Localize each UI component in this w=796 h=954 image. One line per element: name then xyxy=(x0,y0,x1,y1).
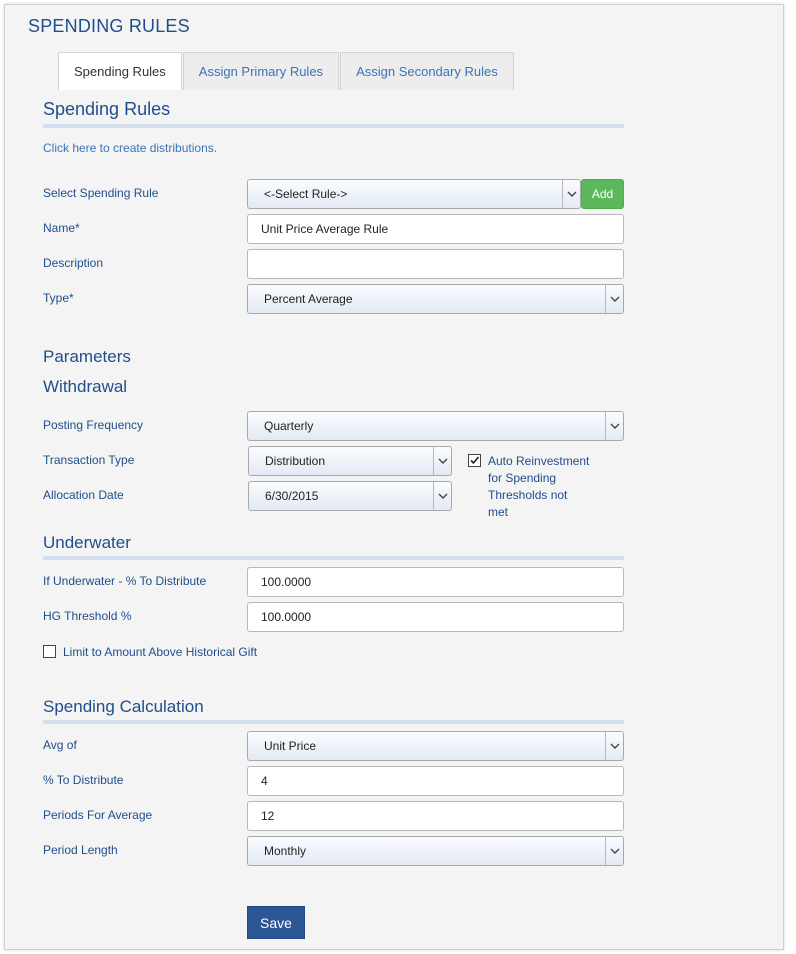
name-input[interactable]: Unit Price Average Rule xyxy=(247,214,624,244)
avg-of-label: Avg of xyxy=(43,738,77,752)
auto-reinvestment-checkbox[interactable] xyxy=(468,454,481,467)
select-spending-rule-value: <-Select Rule-> xyxy=(264,187,348,201)
allocation-date-value: 6/30/2015 xyxy=(265,489,319,503)
auto-reinvestment-line: Thresholds not xyxy=(488,488,568,502)
chevron-down-icon xyxy=(433,482,451,510)
chevron-down-icon xyxy=(605,732,623,760)
parameters-heading: Parameters xyxy=(43,347,131,366)
limit-historical-gift-checkbox[interactable] xyxy=(43,645,56,658)
type-label: Type* xyxy=(43,291,74,305)
hg-threshold-label: HG Threshold % xyxy=(43,609,132,623)
period-length-label: Period Length xyxy=(43,843,118,857)
chevron-down-icon xyxy=(605,412,623,440)
tab-spending-rules[interactable]: Spending Rules xyxy=(58,52,182,90)
hg-threshold-input[interactable]: 100.0000 xyxy=(247,602,624,632)
periods-for-average-label: Periods For Average xyxy=(43,808,153,822)
chevron-down-icon xyxy=(605,285,623,313)
posting-frequency-dropdown[interactable]: Quarterly xyxy=(247,411,624,441)
chevron-down-icon xyxy=(605,837,623,865)
underwater-pct-label: If Underwater - % To Distribute xyxy=(43,574,207,588)
withdrawal-heading: Withdrawal xyxy=(43,377,128,396)
limit-historical-gift-label[interactable]: Limit to Amount Above Historical Gift xyxy=(63,644,257,661)
tab-bar: Spending Rules Assign Primary Rules Assi… xyxy=(58,52,515,90)
tab-assign-primary-rules[interactable]: Assign Primary Rules xyxy=(182,52,340,90)
create-distributions-link[interactable]: Click here to create distributions. xyxy=(43,141,217,155)
avg-of-dropdown[interactable]: Unit Price xyxy=(247,731,624,761)
pct-to-distribute-input[interactable]: 4 xyxy=(247,766,624,796)
add-rule-button[interactable]: Add xyxy=(581,179,624,209)
pct-to-distribute-label: % To Distribute xyxy=(43,773,124,787)
section-divider xyxy=(43,556,624,560)
posting-frequency-value: Quarterly xyxy=(264,419,314,433)
avg-of-value: Unit Price xyxy=(264,739,317,753)
auto-reinvestment-label[interactable]: Auto Reinvestment for Spending Threshold… xyxy=(488,453,589,521)
transaction-type-dropdown[interactable]: Distribution xyxy=(248,446,452,476)
period-length-value: Monthly xyxy=(264,844,307,858)
type-value: Percent Average xyxy=(264,292,353,306)
period-length-dropdown[interactable]: Monthly xyxy=(247,836,624,866)
select-spending-rule-label: Select Spending Rule xyxy=(43,186,159,200)
underwater-pct-input[interactable]: 100.0000 xyxy=(247,567,624,597)
section-divider xyxy=(43,720,624,724)
section-divider xyxy=(43,124,624,128)
check-icon xyxy=(470,456,480,465)
chevron-down-icon xyxy=(562,180,580,208)
posting-frequency-label: Posting Frequency xyxy=(43,418,144,432)
save-button[interactable]: Save xyxy=(247,906,305,939)
auto-reinvestment-line: met xyxy=(488,505,509,519)
transaction-type-value: Distribution xyxy=(265,454,326,468)
underwater-heading: Underwater xyxy=(43,533,131,552)
page-title: SPENDING RULES xyxy=(28,16,190,36)
chevron-down-icon xyxy=(433,447,451,475)
spending-calculation-heading: Spending Calculation xyxy=(43,697,204,716)
description-input[interactable] xyxy=(247,249,624,279)
transaction-type-label: Transaction Type xyxy=(43,453,135,467)
description-label: Description xyxy=(43,256,104,270)
name-label: Name* xyxy=(43,221,80,235)
spending-rules-heading: Spending Rules xyxy=(43,99,171,119)
tab-assign-secondary-rules[interactable]: Assign Secondary Rules xyxy=(340,52,514,90)
auto-reinvestment-line: for Spending xyxy=(488,471,557,485)
periods-for-average-input[interactable]: 12 xyxy=(247,801,624,831)
auto-reinvestment-line: Auto Reinvestment xyxy=(488,454,590,468)
select-spending-rule-dropdown[interactable]: <-Select Rule-> xyxy=(247,179,581,209)
type-dropdown[interactable]: Percent Average xyxy=(247,284,624,314)
allocation-date-dropdown[interactable]: 6/30/2015 xyxy=(248,481,452,511)
allocation-date-label: Allocation Date xyxy=(43,488,124,502)
